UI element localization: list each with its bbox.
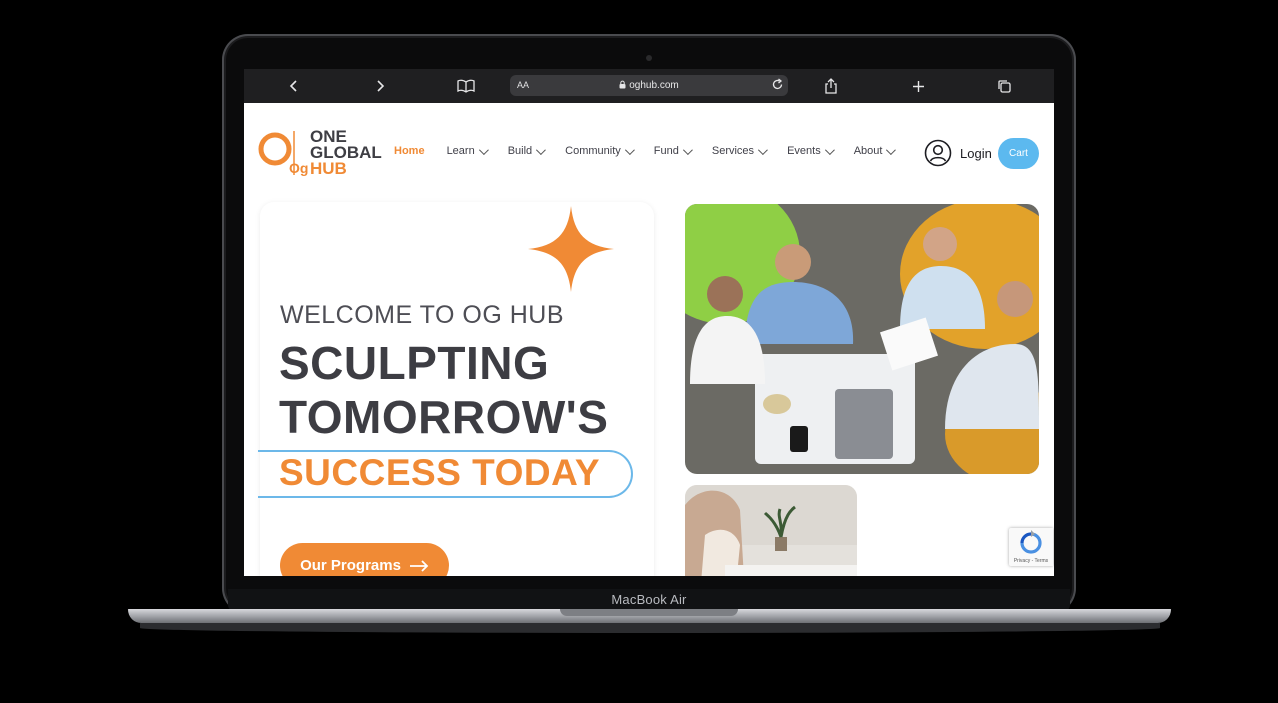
chevron-down-icon	[886, 144, 897, 155]
logo-line-hub: HUB	[310, 159, 347, 178]
camera-icon	[646, 55, 652, 61]
nav-label: Home	[394, 145, 425, 157]
nav-item-events[interactable]: Events	[787, 144, 835, 157]
user-icon	[924, 139, 952, 167]
our-programs-button[interactable]: Our Programs	[280, 543, 449, 576]
screen: AA oghub.com Og ONE GLOBAL HUB Home Lear…	[244, 69, 1054, 576]
laptop-base-shadow	[140, 623, 1160, 633]
headline-line-2: TOMORROW'S	[279, 391, 609, 443]
arrow-right-icon	[409, 559, 429, 572]
address-bar[interactable]: AA oghub.com	[510, 75, 788, 96]
reload-icon[interactable]	[771, 78, 784, 96]
og-logo-mark: Og	[258, 131, 308, 176]
chevron-down-icon	[758, 144, 768, 155]
recaptcha-badge[interactable]: Privacy - Terms	[1009, 528, 1053, 566]
logo-wordmark: ONE GLOBAL HUB	[310, 128, 382, 178]
nav-item-services[interactable]: Services	[711, 144, 768, 157]
back-icon[interactable]	[284, 69, 304, 103]
laptop-chin: MacBook Air	[228, 589, 1070, 611]
recaptcha-icon	[1020, 530, 1042, 554]
nav-item-community[interactable]: Community	[565, 144, 635, 157]
url-text: oghub.com	[510, 75, 788, 97]
nav-item-fund[interactable]: Fund	[653, 144, 693, 157]
chevron-down-icon	[824, 144, 835, 155]
nav-label: About	[853, 145, 883, 157]
chevron-down-icon	[536, 144, 547, 155]
cart-button[interactable]: Cart	[998, 138, 1039, 169]
chevron-down-icon	[478, 144, 489, 155]
sparkle-icon	[528, 206, 614, 292]
device-brand-label: MacBook Air	[611, 592, 687, 607]
forward-icon[interactable]	[370, 69, 390, 103]
url-label: oghub.com	[629, 80, 679, 91]
nav-item-learn[interactable]: Learn	[446, 144, 489, 157]
lock-icon	[619, 76, 626, 97]
chevron-down-icon	[682, 144, 693, 155]
nav-label: Community	[565, 145, 621, 157]
main-nav: Home Learn Build Community Fund Services…	[394, 144, 915, 157]
nav-label: Events	[787, 145, 821, 157]
nav-label: Learn	[446, 145, 475, 157]
tabs-icon[interactable]	[994, 69, 1014, 103]
logo-mark-text: Og	[289, 160, 308, 176]
new-tab-icon[interactable]	[908, 69, 928, 103]
bookmarks-icon[interactable]	[455, 69, 477, 103]
browser-toolbar: AA oghub.com	[244, 69, 1054, 103]
hero-eyebrow: WELCOME TO OG HUB	[280, 301, 565, 329]
login-link[interactable]: Login	[924, 139, 992, 167]
laptop-notch	[560, 609, 738, 616]
woman-working-photo	[685, 485, 857, 576]
hero-headline: SCULPTING TOMORROW'S	[279, 336, 608, 444]
nav-item-build[interactable]: Build	[507, 144, 547, 157]
recaptcha-footer: Privacy - Terms	[1013, 558, 1049, 564]
nav-item-about[interactable]: About	[853, 144, 897, 157]
site-logo[interactable]: Og ONE GLOBAL HUB	[258, 128, 388, 179]
nav-label: Services	[711, 145, 755, 157]
nav-label: Build	[507, 145, 533, 157]
headline-line-1: SCULPTING	[279, 337, 550, 389]
login-label: Login	[960, 145, 992, 161]
nav-label: Fund	[653, 145, 679, 157]
nav-item-home[interactable]: Home	[394, 145, 425, 157]
hero-highlight: SUCCESS TODAY	[279, 452, 601, 493]
share-icon[interactable]	[821, 69, 841, 103]
team-meeting-photo	[685, 204, 1039, 474]
chevron-down-icon	[624, 144, 635, 155]
cta-label: Our Programs	[300, 557, 401, 574]
